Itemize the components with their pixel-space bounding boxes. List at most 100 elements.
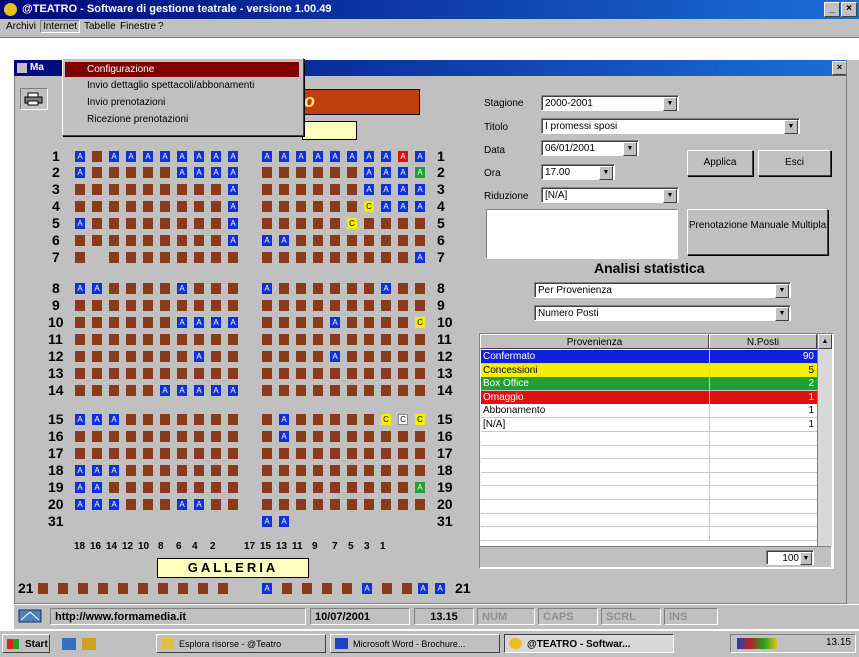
table-row[interactable]: Abbonamento 1 — [481, 404, 817, 419]
seat[interactable] — [262, 235, 272, 246]
seat[interactable] — [347, 334, 357, 345]
seat[interactable] — [296, 448, 306, 459]
seat[interactable] — [381, 482, 391, 493]
seat[interactable] — [126, 218, 136, 229]
table-row[interactable] — [481, 513, 817, 528]
seat[interactable] — [347, 218, 357, 229]
seat[interactable] — [364, 368, 374, 379]
seat[interactable] — [109, 351, 119, 362]
menu-archivi[interactable]: Archivi — [6, 21, 36, 32]
seat[interactable] — [126, 283, 136, 294]
seat[interactable] — [92, 334, 102, 345]
seat[interactable] — [109, 385, 119, 396]
seat[interactable] — [296, 184, 306, 195]
seat[interactable] — [160, 235, 170, 246]
seat[interactable] — [158, 583, 168, 594]
task-teatro[interactable]: @TEATRO - Softwar... — [504, 634, 674, 653]
seat[interactable] — [177, 283, 187, 294]
seat[interactable] — [381, 167, 391, 178]
seat[interactable] — [75, 499, 85, 510]
seat[interactable] — [381, 218, 391, 229]
seat[interactable] — [177, 201, 187, 212]
seat[interactable] — [381, 414, 391, 425]
seat[interactable] — [415, 300, 425, 311]
note-textarea[interactable] — [486, 209, 678, 259]
seat[interactable] — [313, 334, 323, 345]
seat[interactable] — [330, 385, 340, 396]
seat[interactable] — [279, 414, 289, 425]
seat[interactable] — [398, 431, 408, 442]
seat[interactable] — [262, 252, 272, 263]
seat[interactable] — [160, 448, 170, 459]
seat[interactable] — [435, 583, 445, 594]
seat[interactable] — [296, 235, 306, 246]
seat[interactable] — [177, 151, 187, 162]
seat[interactable] — [126, 414, 136, 425]
seat[interactable] — [364, 184, 374, 195]
seat[interactable] — [279, 218, 289, 229]
seat[interactable] — [143, 351, 153, 362]
seat[interactable] — [160, 252, 170, 263]
seat[interactable] — [160, 218, 170, 229]
seat[interactable] — [228, 283, 238, 294]
seat[interactable] — [364, 252, 374, 263]
seat[interactable] — [228, 368, 238, 379]
seat[interactable] — [211, 414, 221, 425]
seat[interactable] — [143, 235, 153, 246]
seat[interactable] — [75, 482, 85, 493]
seat[interactable] — [143, 431, 153, 442]
seat[interactable] — [296, 218, 306, 229]
seat[interactable] — [98, 583, 108, 594]
seat[interactable] — [279, 201, 289, 212]
seat[interactable] — [262, 431, 272, 442]
table-row[interactable]: [N/A] 1 — [481, 418, 817, 432]
seat[interactable] — [126, 431, 136, 442]
riduzione-select[interactable]: [N/A] ▼ — [541, 187, 679, 203]
seat[interactable] — [330, 151, 340, 162]
seat[interactable] — [75, 218, 85, 229]
seat[interactable] — [177, 414, 187, 425]
seat[interactable] — [402, 583, 412, 594]
seat[interactable] — [126, 167, 136, 178]
seat[interactable] — [160, 334, 170, 345]
scroll-up-icon[interactable]: ▲ — [818, 334, 832, 349]
seat[interactable] — [415, 448, 425, 459]
seat[interactable] — [381, 151, 391, 162]
seat[interactable] — [75, 414, 85, 425]
seat[interactable] — [177, 252, 187, 263]
seat[interactable] — [313, 317, 323, 328]
seat[interactable] — [313, 235, 323, 246]
ora-select[interactable]: 17.00 ▼ — [541, 164, 615, 180]
seat[interactable] — [194, 465, 204, 476]
desktop-icon[interactable] — [62, 638, 76, 650]
seat[interactable] — [296, 201, 306, 212]
seat[interactable] — [330, 167, 340, 178]
seat[interactable] — [313, 300, 323, 311]
seat[interactable] — [381, 368, 391, 379]
menu-help[interactable]: ? — [158, 21, 164, 32]
seat[interactable] — [177, 300, 187, 311]
seat[interactable] — [75, 465, 85, 476]
stats-filter-posti[interactable]: Numero Posti ▼ — [534, 305, 791, 321]
seat[interactable] — [92, 300, 102, 311]
seat[interactable] — [364, 167, 374, 178]
seat[interactable] — [347, 151, 357, 162]
seat[interactable] — [313, 283, 323, 294]
seat[interactable] — [228, 482, 238, 493]
seat[interactable] — [194, 252, 204, 263]
seat[interactable] — [92, 151, 102, 162]
seat[interactable] — [160, 351, 170, 362]
seat[interactable] — [194, 151, 204, 162]
seat[interactable] — [109, 448, 119, 459]
seat[interactable] — [262, 385, 272, 396]
seat[interactable] — [330, 334, 340, 345]
seat[interactable] — [228, 218, 238, 229]
seat[interactable] — [330, 235, 340, 246]
seat[interactable] — [418, 583, 428, 594]
seat[interactable] — [177, 448, 187, 459]
seat[interactable] — [92, 317, 102, 328]
seat[interactable] — [126, 252, 136, 263]
seat[interactable] — [381, 431, 391, 442]
seat[interactable] — [126, 482, 136, 493]
seat[interactable] — [228, 151, 238, 162]
